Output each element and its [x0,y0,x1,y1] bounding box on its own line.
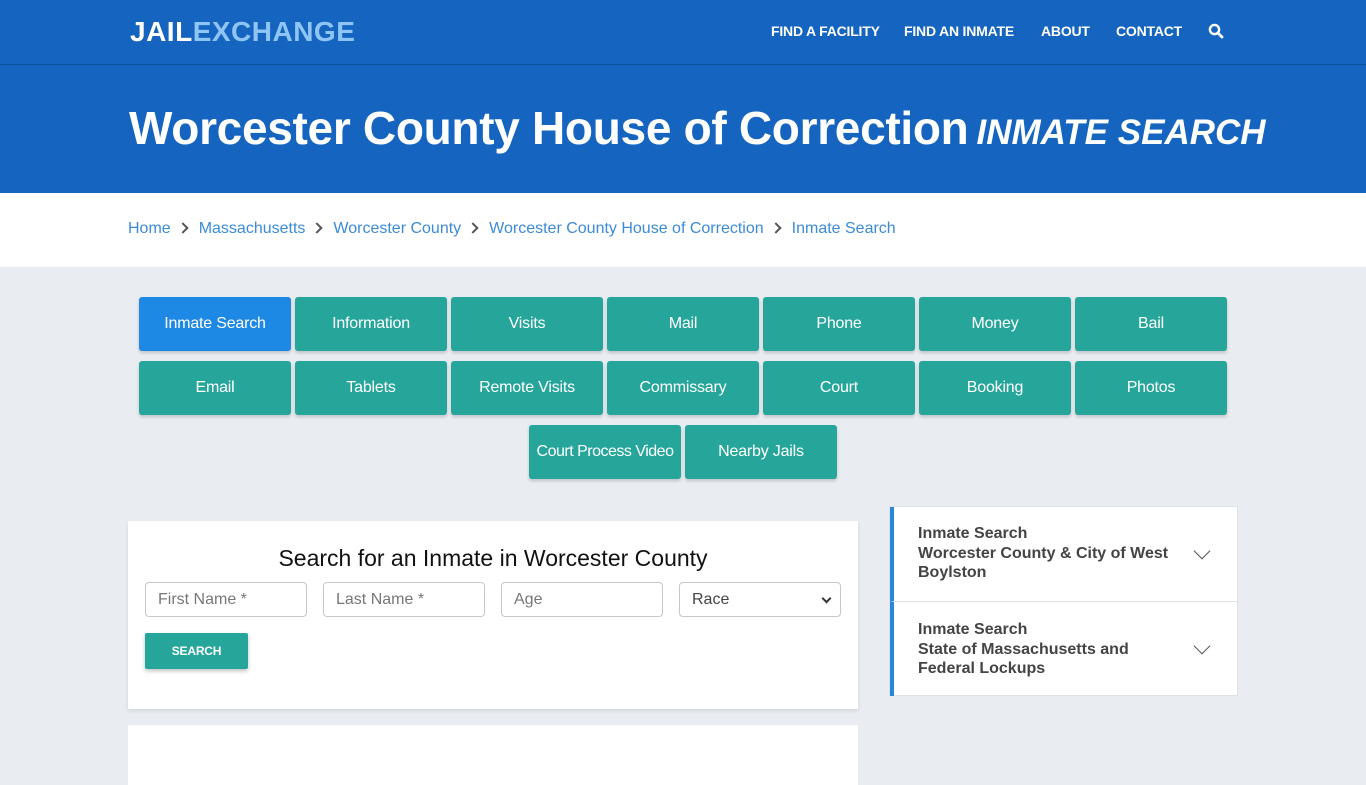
tab-bail[interactable]: Bail [1075,297,1227,351]
search-form-title: Search for an Inmate in Worcester County [278,545,708,571]
chevron-right-icon [769,222,782,234]
nav-contact[interactable]: CONTACT [1116,23,1182,39]
chevron-right-icon [311,222,324,234]
hero-banner: Worcester County House of Correction INMA… [0,65,1366,193]
tab-visits[interactable]: Visits [451,297,603,351]
content-card [128,725,858,785]
main-nav: FIND A FACILITY FIND AN INMATE ABOUT CON… [0,23,1366,43]
tab-email[interactable]: Email [139,361,291,415]
tab-nearby-jails[interactable]: Nearby Jails [685,425,837,479]
tab-court[interactable]: Court [763,361,915,415]
tab-inmate-search[interactable]: Inmate Search [139,297,291,351]
accordion-item-worcester-county[interactable]: Inmate Search Worcester County & City of… [890,507,1237,602]
nav-about[interactable]: ABOUT [1041,23,1090,39]
accordion-item-line2: State of Massachusetts and Federal Locku… [918,640,1129,678]
accordion-item-line1: Inmate Search [918,525,1028,542]
tab-photos[interactable]: Photos [1075,361,1227,415]
tab-mail[interactable]: Mail [607,297,759,351]
first-name-input[interactable] [145,582,307,617]
breadcrumb-bar: Home Massachusetts Worcester County Worcest… [0,193,1366,267]
chevron-down-icon[interactable] [1193,637,1211,655]
page-title-subtitle: INMATE SEARCH [976,113,1266,152]
accordion-item-title: Inmate Search Worcester County & City of… [918,524,1188,583]
accordion-item-line2: Worcester County & City of West Boylston [918,544,1169,582]
breadcrumb-worcester-county[interactable]: Worcester County [333,220,461,237]
top-navbar: JAILEXCHANGE FIND A FACILITY FIND AN INM… [0,0,1366,65]
tab-information[interactable]: Information [295,297,447,351]
breadcrumb-massachusetts[interactable]: Massachusetts [199,220,306,237]
race-select-value: Race [692,590,730,608]
page-title: Worcester County House of Correction INMA… [129,101,1266,155]
breadcrumb-inmate-search[interactable]: Inmate Search [792,220,896,237]
search-icon[interactable] [1208,23,1224,39]
last-name-input[interactable] [323,582,485,617]
breadcrumb-home[interactable]: Home [128,220,171,237]
race-select[interactable]: Race [679,582,841,617]
search-button[interactable]: SEARCH [145,633,248,669]
tab-commissary[interactable]: Commissary [607,361,759,415]
accordion-item-title: Inmate Search State of Massachusetts and… [918,620,1188,679]
age-input[interactable] [501,582,663,617]
inmate-search-card: Search for an Inmate in Worcester County… [128,521,858,709]
accordion-item-line1: Inmate Search [918,621,1028,638]
tab-money[interactable]: Money [919,297,1071,351]
nav-find-an-inmate[interactable]: FIND AN INMATE [904,23,1014,39]
sidebar-accordion: Inmate Search Worcester County & City of… [889,506,1238,696]
chevron-down-icon [821,593,832,604]
tab-remote-visits[interactable]: Remote Visits [451,361,603,415]
chevron-right-icon [467,222,479,234]
accordion-item-state-federal[interactable]: Inmate Search State of Massachusetts and… [890,601,1237,696]
breadcrumb: Home Massachusetts Worcester County Worcest… [128,220,896,238]
breadcrumb-facility[interactable]: Worcester County House of Correction [489,220,763,237]
page-title-main: Worcester County House of Correction [129,102,969,154]
tab-phone[interactable]: Phone [763,297,915,351]
nav-find-a-facility[interactable]: FIND A FACILITY [771,23,880,39]
tab-court-process-video[interactable]: Court Process Video [529,425,681,479]
tab-booking[interactable]: Booking [919,361,1071,415]
chevron-right-icon [177,222,189,234]
chevron-down-icon[interactable] [1193,542,1211,560]
tab-tablets[interactable]: Tablets [295,361,447,415]
